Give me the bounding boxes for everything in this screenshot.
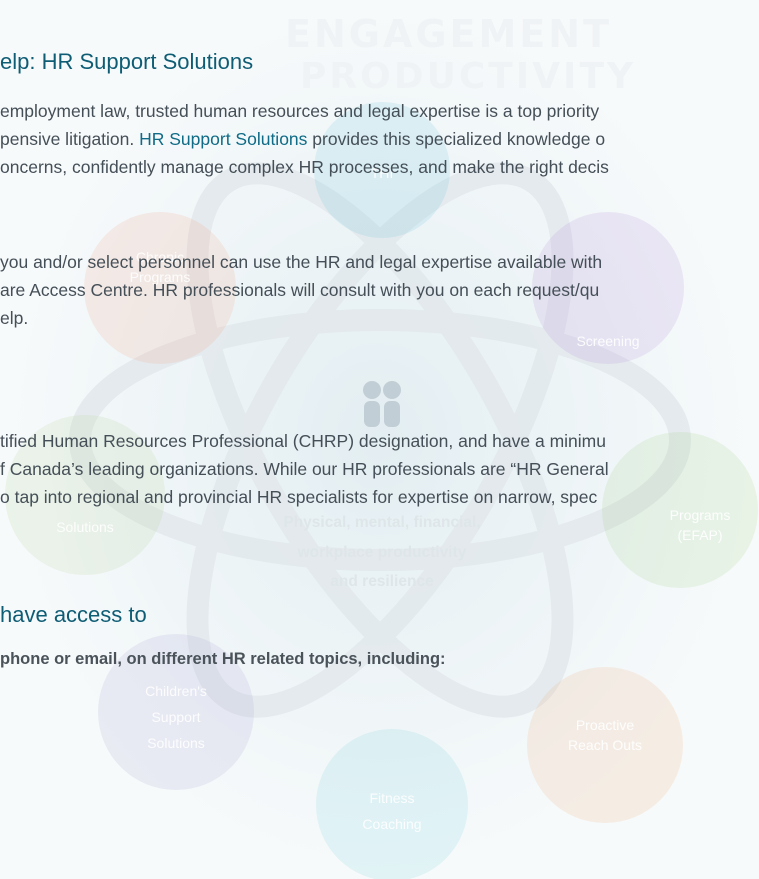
paragraph-1-line-1: employment law, trusted human resources … [0,101,600,121]
paragraph-1-text: pensive litigation. [0,129,140,149]
section-heading-access: have access to [0,602,147,627]
paragraph-1-line-3: oncerns, confidently manage complex HR p… [0,157,609,177]
paragraph-2-line-3: elp. [0,308,29,328]
paragraph-3-line-2: f Canada’s leading organizations. While … [0,459,609,479]
hr-support-solutions-link[interactable]: HR Support Solutions [139,129,307,149]
paragraph-1-text-end: provides this specialized knowledge o [307,129,606,149]
paragraph-2-line-2: are Access Centre. HR professionals will… [0,280,600,300]
paragraph-3-line-3: o tap into regional and provincial HR sp… [0,487,598,507]
document-content: elp: HR Support Solutions employment law… [0,0,759,879]
paragraph-1-line-2: pensive litigation. HR Support Solutions… [0,127,759,151]
paragraph-3-line-1: tified Human Resources Professional (CHR… [0,431,606,451]
paragraph-2-line-1: you and/or select personnel can use the … [0,252,603,272]
topics-intro-line: phone or email, on different HR related … [0,650,446,668]
section-heading-hr-support: elp: HR Support Solutions [0,49,254,74]
